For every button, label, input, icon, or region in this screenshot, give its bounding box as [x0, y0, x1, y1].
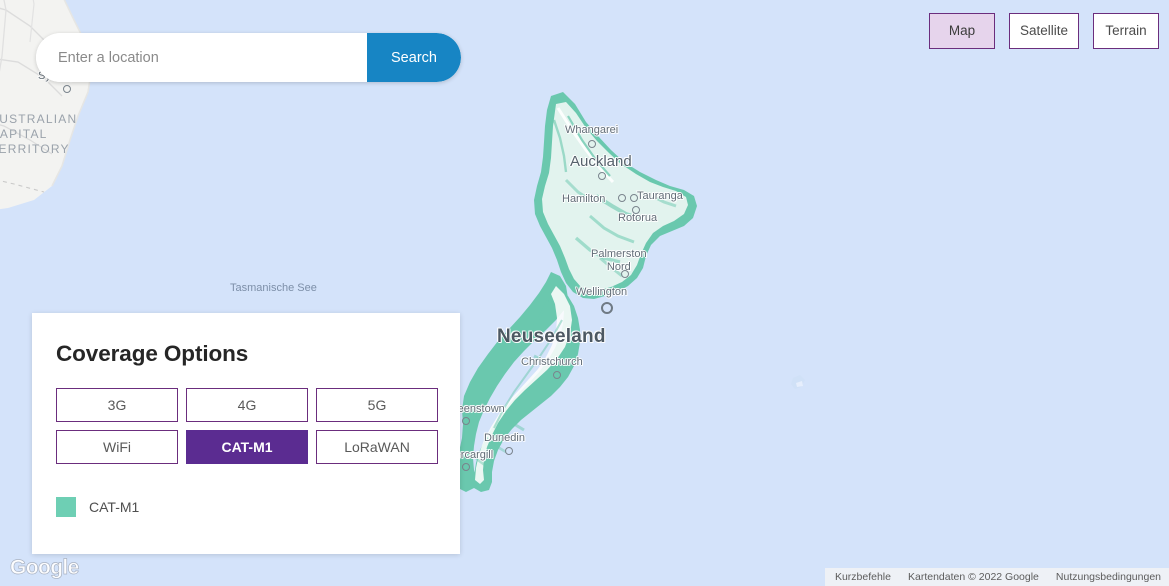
coverage-panel-title: Coverage Options [56, 341, 249, 366]
coverage-option-3g[interactable]: 3G [56, 388, 178, 422]
coverage-options-grid: 3G 4G 5G WiFi CAT-M1 LoRaWAN [56, 388, 438, 464]
attribution-map-data: Kartendaten © 2022 Google [907, 571, 1039, 583]
coverage-option-wifi[interactable]: WiFi [56, 430, 178, 464]
coverage-option-5g[interactable]: 5G [316, 388, 438, 422]
search-button[interactable]: Search [367, 33, 461, 82]
search-bar: Search [36, 33, 461, 82]
legend-label: CAT-M1 [89, 499, 140, 515]
map-type-button-terrain[interactable]: Terrain [1093, 13, 1159, 49]
attribution-shortcuts-link[interactable]: Kurzbefehle [835, 571, 891, 583]
map-attribution-bar: Kurzbefehle Kartendaten © 2022 Google Nu… [824, 568, 1169, 586]
coverage-option-4g[interactable]: 4G [186, 388, 308, 422]
attribution-terms-link[interactable]: Nutzungsbedingungen [1056, 571, 1161, 583]
coverage-option-lorawan[interactable]: LoRaWAN [316, 430, 438, 464]
map-type-button-map[interactable]: Map [928, 13, 995, 49]
map-type-switcher: Map Satellite Terrain [928, 13, 1159, 49]
coverage-option-cat-m1[interactable]: CAT-M1 [186, 430, 308, 464]
coverage-legend: CAT-M1 [56, 497, 460, 517]
coverage-options-panel: Coverage Options 3G 4G 5G WiFi CAT-M1 Lo… [32, 313, 460, 554]
legend-color-swatch [56, 497, 76, 517]
search-input[interactable] [36, 33, 367, 82]
map-type-button-satellite[interactable]: Satellite [1008, 13, 1079, 49]
map-application: AUSTRALIANCAPITALTERRITORY Sydney Tasman… [0, 0, 1169, 586]
